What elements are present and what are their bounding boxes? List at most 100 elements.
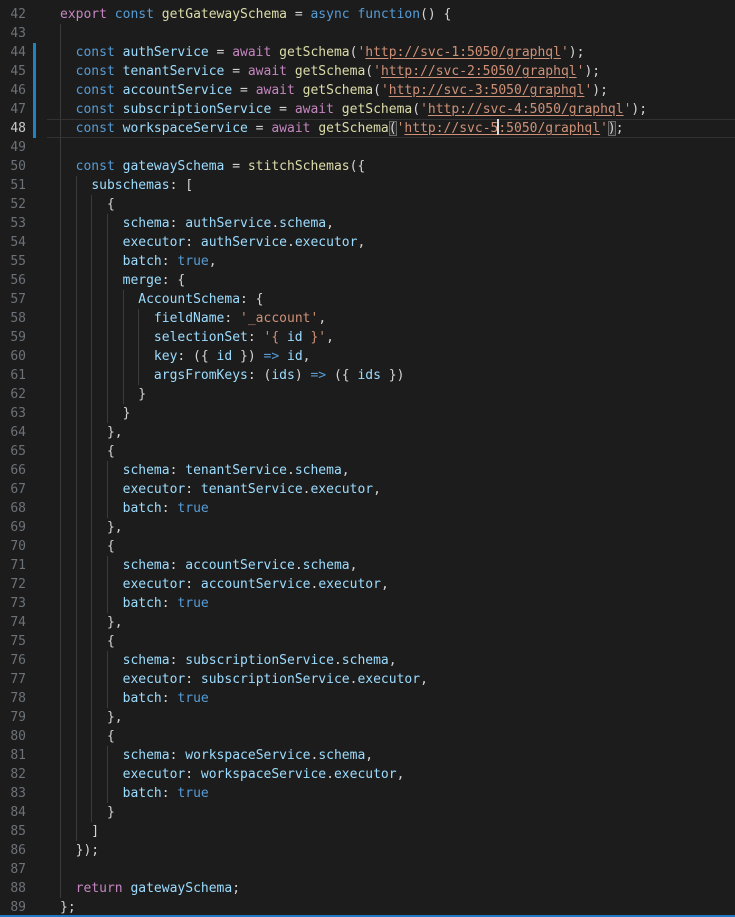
code-line[interactable]: 63 } [0,404,735,423]
line-number[interactable]: 80 [0,727,26,746]
line-number[interactable]: 65 [0,442,26,461]
code-line[interactable]: 57 AccountSchema: { [0,290,735,309]
code-line[interactable]: 79 }, [0,708,735,727]
line-number[interactable]: 88 [0,879,26,898]
code-line[interactable]: 53 schema: authService.schema, [0,214,735,233]
line-number[interactable]: 66 [0,461,26,480]
line-number[interactable]: 67 [0,480,26,499]
line-number[interactable]: 49 [0,138,26,157]
line-number[interactable]: 79 [0,708,26,727]
code-line[interactable]: 75 { [0,632,735,651]
line-number[interactable]: 74 [0,613,26,632]
line-number[interactable]: 60 [0,347,26,366]
line-number[interactable]: 71 [0,556,26,575]
code-line[interactable]: 51 subschemas: [ [0,176,735,195]
code-line[interactable]: 48 const workspaceService = await getSch… [0,119,735,138]
line-number[interactable]: 55 [0,252,26,271]
line-number[interactable]: 84 [0,803,26,822]
line-number[interactable]: 54 [0,233,26,252]
code-line[interactable]: 67 executor: tenantService.executor, [0,480,735,499]
line-number[interactable]: 73 [0,594,26,613]
code-area[interactable]: 42export const getGatewaySchema = async … [0,5,735,917]
code-line[interactable]: 85 ] [0,822,735,841]
line-number[interactable]: 52 [0,195,26,214]
code-line[interactable]: 70 { [0,537,735,556]
line-number[interactable]: 50 [0,157,26,176]
line-number[interactable]: 46 [0,81,26,100]
line-number[interactable]: 63 [0,404,26,423]
line-number[interactable]: 56 [0,271,26,290]
line-number[interactable]: 81 [0,746,26,765]
code-line[interactable]: 44 const authService = await getSchema('… [0,43,735,62]
line-number[interactable]: 83 [0,784,26,803]
line-number[interactable]: 44 [0,43,26,62]
code-line[interactable]: 88 return gatewaySchema; [0,879,735,898]
code-line[interactable]: 62 } [0,385,735,404]
line-number[interactable]: 87 [0,860,26,879]
code-line[interactable]: 76 schema: subscriptionService.schema, [0,651,735,670]
line-number[interactable]: 57 [0,290,26,309]
line-number[interactable]: 59 [0,328,26,347]
line-number[interactable]: 64 [0,423,26,442]
line-number[interactable]: 85 [0,822,26,841]
code-line[interactable]: 59 selectionSet: '{ id }', [0,328,735,347]
line-number[interactable]: 62 [0,385,26,404]
code-line[interactable]: 58 fieldName: '_account', [0,309,735,328]
code-line[interactable]: 42export const getGatewaySchema = async … [0,5,735,24]
line-number[interactable]: 42 [0,5,26,24]
line-number[interactable]: 47 [0,100,26,119]
code-token: function [357,7,420,22]
code-line[interactable]: 52 { [0,195,735,214]
code-line[interactable]: 81 schema: workspaceService.schema, [0,746,735,765]
line-number[interactable]: 68 [0,499,26,518]
code-line[interactable]: 46 const accountService = await getSchem… [0,81,735,100]
code-line[interactable]: 83 batch: true [0,784,735,803]
line-number[interactable]: 76 [0,651,26,670]
line-number[interactable]: 45 [0,62,26,81]
line-number[interactable]: 51 [0,176,26,195]
line-number[interactable]: 58 [0,309,26,328]
code-line[interactable]: 71 schema: accountService.schema, [0,556,735,575]
code-line[interactable]: 68 batch: true [0,499,735,518]
code-line[interactable]: 66 schema: tenantService.schema, [0,461,735,480]
code-line[interactable]: 80 { [0,727,735,746]
code-line[interactable]: 73 batch: true [0,594,735,613]
line-number[interactable]: 86 [0,841,26,860]
line-number[interactable]: 70 [0,537,26,556]
code-line[interactable]: 60 key: ({ id }) => id, [0,347,735,366]
code-line[interactable]: 86 }); [0,841,735,860]
code-line[interactable]: 61 argsFromKeys: (ids) => ({ ids }) [0,366,735,385]
line-number[interactable]: 61 [0,366,26,385]
code-token: subscriptionService [201,672,350,687]
code-line[interactable]: 55 batch: true, [0,252,735,271]
code-line[interactable]: 65 { [0,442,735,461]
code-text: const workspaceService = await getSchema… [60,119,624,138]
code-token [60,767,123,782]
code-line[interactable]: 50 const gatewaySchema = stitchSchemas({ [0,157,735,176]
line-number[interactable]: 69 [0,518,26,537]
code-editor[interactable]: 42export const getGatewaySchema = async … [0,0,735,917]
line-number[interactable]: 78 [0,689,26,708]
line-number[interactable]: 72 [0,575,26,594]
code-line[interactable]: 69 }, [0,518,735,537]
code-line[interactable]: 77 executor: subscriptionService.executo… [0,670,735,689]
line-number[interactable]: 53 [0,214,26,233]
code-line[interactable]: 87 [0,860,735,879]
code-line[interactable]: 82 executor: workspaceService.executor, [0,765,735,784]
code-line[interactable]: 45 const tenantService = await getSchema… [0,62,735,81]
code-line[interactable]: 47 const subscriptionService = await get… [0,100,735,119]
line-number[interactable]: 48 [0,119,26,138]
code-line[interactable]: 64 }, [0,423,735,442]
code-line[interactable]: 84 } [0,803,735,822]
code-line[interactable]: 43 [0,24,735,43]
code-line[interactable]: 72 executor: accountService.executor, [0,575,735,594]
line-number[interactable]: 43 [0,24,26,43]
code-line[interactable]: 74 }, [0,613,735,632]
line-number[interactable]: 77 [0,670,26,689]
line-number[interactable]: 75 [0,632,26,651]
code-line[interactable]: 56 merge: { [0,271,735,290]
code-line[interactable]: 54 executor: authService.executor, [0,233,735,252]
line-number[interactable]: 82 [0,765,26,784]
code-line[interactable]: 49 [0,138,735,157]
code-line[interactable]: 78 batch: true [0,689,735,708]
